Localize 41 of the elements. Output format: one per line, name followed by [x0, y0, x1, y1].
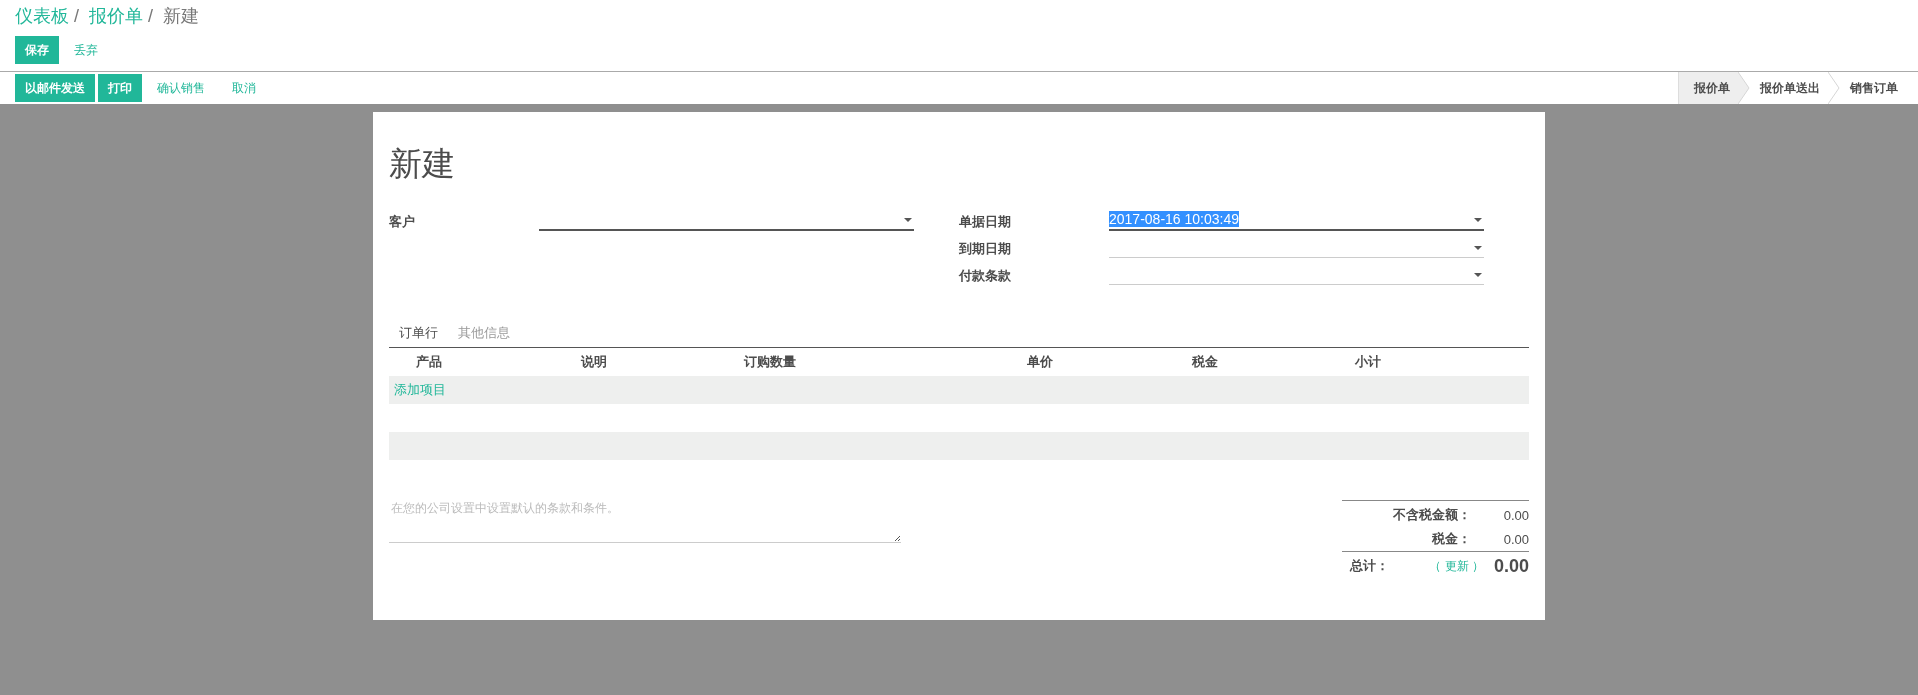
breadcrumb-current: 新建: [163, 5, 200, 28]
form-title: 新建: [389, 144, 456, 184]
action-button[interactable]: 确认销售: [145, 74, 217, 102]
chevron-divider-icon: [1828, 72, 1840, 104]
tab[interactable]: 订单行: [389, 320, 448, 347]
column-header: 税金: [1192, 353, 1219, 371]
action-button[interactable]: 取消: [220, 74, 268, 102]
action-button[interactable]: 打印: [98, 74, 142, 102]
field-label: 客户: [389, 213, 416, 231]
column-header: 单价: [1027, 353, 1054, 371]
field-label: 付款条款: [959, 267, 1012, 285]
terms-field[interactable]: 在您的公司设置中设置默认的条款和条件。: [389, 500, 901, 543]
caret-icon: [1474, 218, 1482, 222]
column-header: 产品: [416, 353, 443, 371]
field-label: 单据日期: [959, 213, 1012, 231]
breadcrumb-separator: /: [148, 6, 154, 27]
grand-total-value: 0.00: [1493, 555, 1529, 577]
grand-total-label: 总计：: [1350, 557, 1390, 575]
update-link[interactable]: （ 更新 ）: [1429, 557, 1484, 575]
total-label: 不含税金额：: [1393, 506, 1471, 524]
total-value: 0.00: [1502, 507, 1529, 523]
add-item-link[interactable]: 添加项目: [389, 381, 446, 399]
tab[interactable]: 其他信息: [448, 320, 520, 347]
column-header: 订购数量: [744, 353, 797, 371]
total-value: 0.00: [1502, 531, 1529, 547]
save-button[interactable]: 保存: [15, 36, 59, 64]
discard-button[interactable]: 丢弃: [62, 36, 110, 64]
caret-icon: [1474, 273, 1482, 277]
field-label: 到期日期: [959, 240, 1012, 258]
chevron-divider-icon: [1738, 72, 1750, 104]
dropdown-field[interactable]: 2017-08-16 10:03:49: [1109, 209, 1484, 231]
column-header: 小计: [1355, 353, 1382, 371]
resize-grip-icon: [893, 534, 901, 542]
breadcrumb-separator: /: [74, 6, 79, 27]
total-label: 税金：: [1432, 530, 1471, 548]
caret-icon: [1474, 246, 1482, 250]
column-header: 说明: [581, 353, 608, 371]
action-button[interactable]: 以邮件发送: [15, 74, 95, 102]
breadcrumb-link[interactable]: 仪表板: [15, 4, 69, 28]
caret-icon: [904, 218, 912, 222]
breadcrumb-link[interactable]: 报价单: [89, 4, 143, 28]
